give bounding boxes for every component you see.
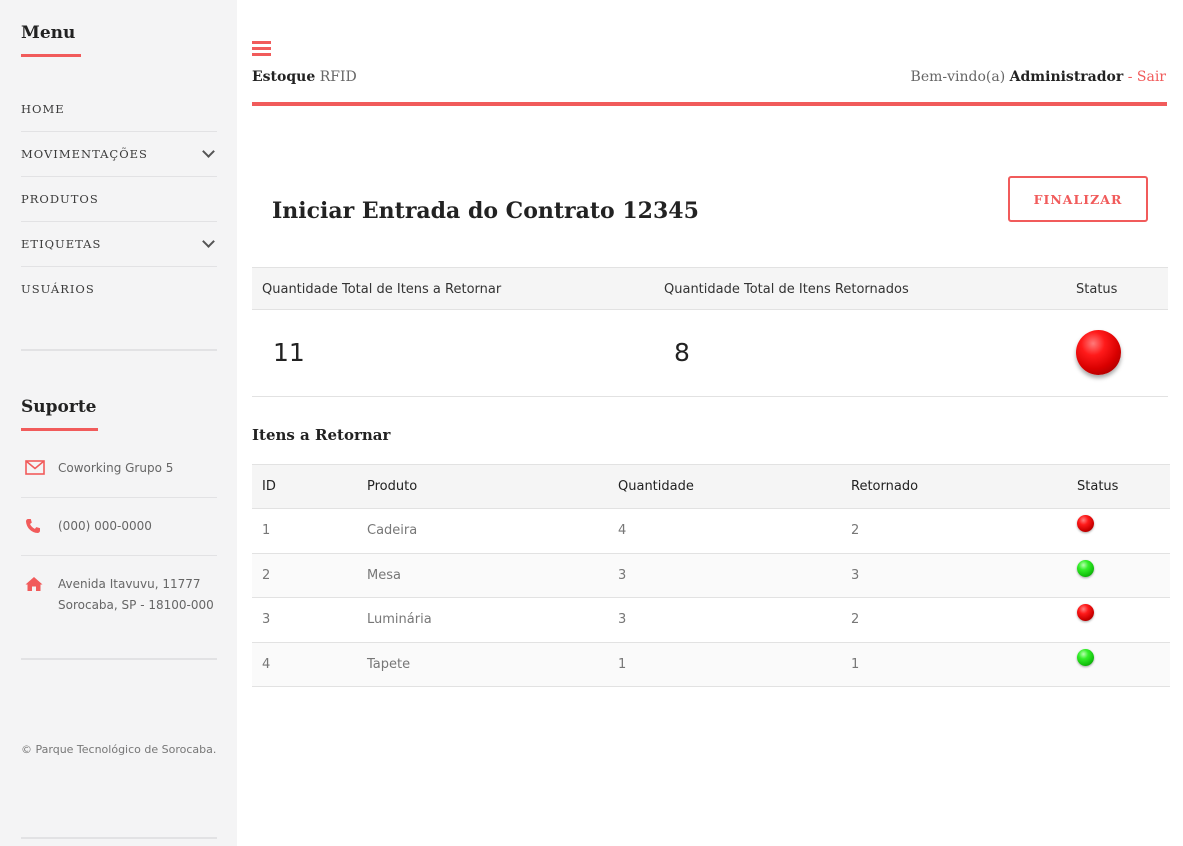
items-table: ID Produto Quantidade Retornado Status 1…	[252, 464, 1170, 687]
table-row: 2 Mesa 3 3	[252, 553, 1170, 598]
user-name: Administrador	[1009, 69, 1124, 85]
summary-col-status: Status	[1076, 282, 1118, 297]
welcome-prefix: Bem-vindo(a)	[910, 69, 1006, 85]
cell-status	[1067, 642, 1170, 687]
cell-id: 4	[252, 642, 357, 687]
col-returned: Retornado	[841, 464, 1067, 509]
returned-items-value: 8	[674, 338, 690, 367]
cell-quantity: 3	[608, 553, 841, 598]
col-status: Status	[1067, 464, 1170, 509]
col-id: ID	[252, 464, 357, 509]
sidebar-item-label: MOVIMENTAÇÕES	[21, 147, 148, 161]
cell-quantity: 3	[608, 597, 841, 643]
brand-suffix: RFID	[319, 69, 357, 85]
summary-table: Quantidade Total de Itens a Retornar Qua…	[252, 267, 1168, 397]
status-indicator-green	[1077, 559, 1094, 577]
support-company: Coworking Grupo 5	[21, 458, 217, 479]
status-indicator-red	[1077, 604, 1094, 622]
cell-product: Cadeira	[357, 508, 608, 554]
col-product: Produto	[357, 464, 608, 509]
summary-col-returned: Quantidade Total de Itens Retornados	[664, 282, 909, 297]
sidebar-item-label: USUÁRIOS	[21, 282, 95, 296]
table-row: 3 Luminária 3 2	[252, 597, 1170, 643]
cell-status	[1067, 553, 1170, 598]
support-address-text: Avenida Itavuvu, 11777 Sorocaba, SP - 18…	[58, 574, 214, 616]
sidebar-item-label: HOME	[21, 101, 65, 116]
welcome-message: Bem-vindo(a) Administrador - Sair	[911, 69, 1166, 85]
hamburger-menu-icon[interactable]	[252, 41, 271, 56]
support-phone: (000) 000-0000	[21, 516, 217, 537]
cell-status	[1067, 508, 1170, 554]
cell-product: Mesa	[357, 553, 608, 598]
cell-id: 3	[252, 597, 357, 643]
page-title: Iniciar Entrada do Contrato 12345	[272, 198, 699, 224]
support-title-underline	[21, 428, 98, 431]
cell-id: 1	[252, 508, 357, 554]
phone-icon	[21, 516, 58, 537]
cell-id: 2	[252, 553, 357, 598]
welcome-separator: -	[1127, 69, 1133, 85]
summary-row: 11 8	[252, 310, 1168, 397]
sidebar-divider	[21, 349, 217, 351]
sidebar-item-label: PRODUTOS	[21, 192, 99, 206]
cell-product: Tapete	[357, 642, 608, 687]
menu-title: Menu	[21, 23, 76, 43]
col-quantity: Quantidade	[608, 464, 841, 509]
items-table-header: ID Produto Quantidade Retornado Status	[252, 464, 1170, 509]
sidebar-item-etiquetas[interactable]: ETIQUETAS	[21, 221, 217, 266]
copyright: © Parque Tecnológico de Sorocaba.	[21, 743, 217, 756]
items-section-title: Itens a Retornar	[252, 426, 391, 444]
envelope-icon	[21, 458, 58, 479]
sidebar-divider	[21, 837, 217, 839]
cell-product: Luminária	[357, 597, 608, 643]
table-row: 4 Tapete 1 1	[252, 642, 1170, 687]
header-accent-bar	[252, 102, 1167, 106]
status-indicator-red	[1077, 515, 1094, 533]
support-separator	[21, 555, 217, 556]
address-line-2: Sorocaba, SP - 18100-000	[58, 598, 214, 612]
cell-returned: 2	[841, 508, 1067, 554]
total-items-value: 11	[273, 338, 305, 367]
chevron-down-icon	[202, 235, 215, 248]
table-row: 1 Cadeira 4 2	[252, 508, 1170, 554]
support-separator	[21, 497, 217, 498]
sidebar-item-label: ETIQUETAS	[21, 237, 102, 251]
chevron-down-icon	[202, 145, 215, 158]
sidebar-divider	[21, 658, 217, 660]
cell-returned: 3	[841, 553, 1067, 598]
finalize-button[interactable]: FINALIZAR	[1008, 176, 1148, 222]
cell-status	[1067, 597, 1170, 643]
cell-quantity: 4	[608, 508, 841, 554]
status-indicator-green	[1077, 648, 1094, 666]
brand-name: Estoque	[252, 69, 316, 85]
address-line-1: Avenida Itavuvu, 11777	[58, 577, 201, 591]
sidebar-item-usuarios[interactable]: USUÁRIOS	[21, 266, 217, 311]
home-icon	[21, 574, 58, 616]
support-title: Suporte	[21, 397, 97, 417]
logout-link[interactable]: Sair	[1137, 69, 1166, 85]
menu-title-underline	[21, 54, 81, 57]
summary-header: Quantidade Total de Itens a Retornar Qua…	[252, 267, 1168, 310]
support-address: Avenida Itavuvu, 11777 Sorocaba, SP - 18…	[21, 574, 217, 616]
summary-col-total: Quantidade Total de Itens a Retornar	[262, 282, 502, 297]
app-brand: Estoque RFID	[252, 69, 357, 85]
support-phone-text: (000) 000-0000	[58, 519, 152, 533]
sidebar-item-home[interactable]: HOME	[21, 86, 217, 131]
cell-quantity: 1	[608, 642, 841, 687]
sidebar-item-produtos[interactable]: PRODUTOS	[21, 176, 217, 221]
support-company-text: Coworking Grupo 5	[58, 461, 174, 475]
summary-status-indicator	[1076, 330, 1121, 375]
cell-returned: 1	[841, 642, 1067, 687]
cell-returned: 2	[841, 597, 1067, 643]
sidebar: Menu HOME MOVIMENTAÇÕES PRODUTOS ETIQUET…	[0, 0, 237, 846]
sidebar-item-movimentacoes[interactable]: MOVIMENTAÇÕES	[21, 131, 217, 176]
